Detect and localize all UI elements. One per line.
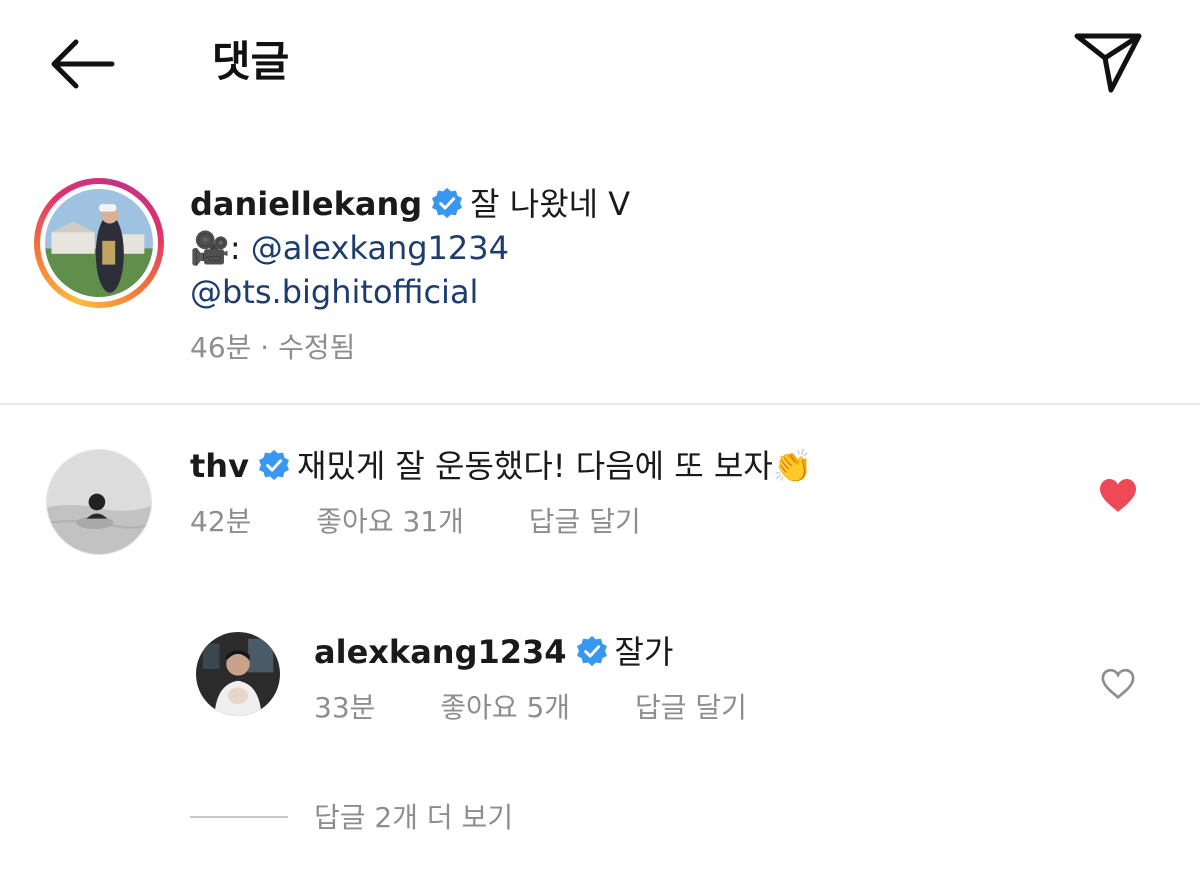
caption-avatar[interactable]	[34, 178, 164, 308]
reply-line: alexkang1234 잘가	[314, 630, 673, 674]
reply-text: 잘가	[614, 633, 674, 671]
heart-outline-icon[interactable]	[1100, 668, 1136, 700]
reply-reply-button[interactable]: 답글 달기	[635, 688, 747, 728]
caption-colon: :	[229, 229, 251, 267]
mention-bts-bighitofficial[interactable]: @bts.bighitofficial	[190, 273, 478, 311]
replies-divider-line	[190, 816, 288, 818]
reply-username[interactable]: alexkang1234	[314, 633, 567, 671]
caption-line-2: 🎥: @alexkang1234	[190, 226, 509, 270]
verified-badge-icon	[432, 187, 463, 219]
caption-divider	[0, 403, 1200, 405]
reply-button[interactable]: 답글 달기	[529, 502, 641, 542]
view-more-replies-button[interactable]: 답글 2개 더 보기	[314, 798, 513, 838]
back-button[interactable]	[40, 32, 122, 96]
caption-time: 46분	[190, 331, 252, 364]
movie-camera-emoji: 🎥	[190, 229, 230, 267]
reply-avatar-alexkang1234[interactable]	[196, 632, 280, 716]
comment-text: 재밌게 잘 운동했다! 다음에 또 보자	[296, 447, 773, 485]
avatar-photo	[47, 450, 151, 554]
comment-meta: 42분 좋아요 31개 답글 달기	[190, 502, 641, 542]
comment-likes[interactable]: 좋아요 31개	[316, 502, 464, 542]
comment-avatar-thv[interactable]	[46, 449, 152, 555]
caption-username[interactable]: daniellekang	[190, 185, 422, 223]
paper-plane-icon	[1074, 33, 1142, 93]
clapping-hands-emoji: 👏	[772, 447, 813, 485]
verified-badge-icon	[258, 449, 289, 481]
caption-meta: 46분 · 수정됨	[190, 328, 355, 368]
comment-time: 42분	[190, 505, 252, 538]
reply-meta: 33분 좋아요 5개 답글 달기	[314, 688, 747, 728]
mention-alexkang1234[interactable]: @alexkang1234	[251, 229, 509, 267]
avatar-photo	[196, 632, 280, 716]
page-title: 댓글	[212, 37, 290, 86]
comment-line: thv 재밌게 잘 운동했다! 다음에 또 보자👏	[190, 444, 813, 488]
caption-line-3: @bts.bighitofficial	[190, 270, 478, 314]
reply-time: 33분	[314, 691, 376, 724]
arrow-left-icon	[51, 39, 115, 89]
comment-username[interactable]: thv	[190, 447, 249, 485]
edited-label: 수정됨	[278, 331, 356, 364]
heart-filled-icon[interactable]	[1098, 478, 1138, 514]
reply-likes[interactable]: 좋아요 5개	[440, 688, 570, 728]
avatar-photo	[45, 189, 153, 297]
share-button[interactable]	[1066, 24, 1150, 100]
caption-line-1: daniellekang 잘 나왔네 V	[190, 182, 630, 226]
caption-text: 잘 나왔네 V	[470, 185, 631, 223]
verified-badge-icon	[576, 635, 607, 667]
meta-separator: ·	[260, 331, 270, 364]
